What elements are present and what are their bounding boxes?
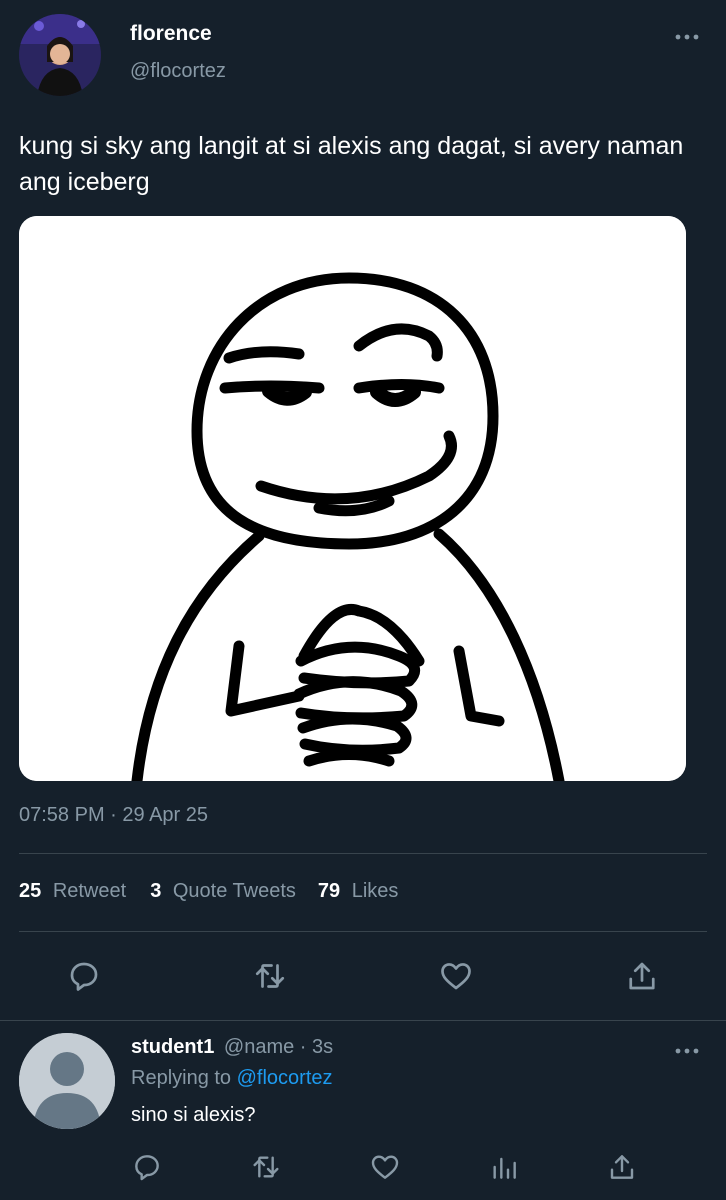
author-avatar[interactable] xyxy=(19,14,101,96)
more-options-icon[interactable] xyxy=(674,30,700,42)
likes-label: Likes xyxy=(351,880,399,902)
quote-stat[interactable]: 3 Quote Tweets xyxy=(150,880,296,903)
smug-meme-face-icon xyxy=(19,216,686,781)
reply-avatar[interactable] xyxy=(19,1033,115,1129)
retweet-label: Retweet xyxy=(52,880,127,902)
reply-icon[interactable] xyxy=(66,958,102,994)
divider xyxy=(19,853,707,854)
retweet-icon[interactable] xyxy=(252,958,288,994)
replying-prefix: Replying to xyxy=(131,1067,232,1089)
reply-meta: @name · 3s xyxy=(223,1036,334,1058)
quote-count: 3 xyxy=(150,880,162,902)
reply-reply-icon[interactable] xyxy=(131,1151,163,1183)
tweet-stats: 25 Retweet 3 Quote Tweets 79 Likes xyxy=(19,880,398,903)
likes-stat[interactable]: 79 Likes xyxy=(318,880,399,903)
divider xyxy=(19,931,707,932)
reply-share-icon[interactable] xyxy=(606,1151,638,1183)
retweet-count: 25 xyxy=(19,880,42,902)
tweet-text: kung si sky ang langit at si alexis ang … xyxy=(19,132,684,196)
reply-header: student1 @name · 3s xyxy=(131,1036,333,1059)
likes-count: 79 xyxy=(317,880,341,902)
quote-label: Quote Tweets xyxy=(172,880,296,902)
reply-text: sino si alexis? xyxy=(131,1104,256,1126)
reply-author-name[interactable]: student1 xyxy=(131,1036,214,1058)
replying-handle-link[interactable]: @flocortez xyxy=(237,1067,333,1089)
reply-like-icon[interactable] xyxy=(369,1151,401,1183)
tweet-timestamp[interactable]: 07:58 PM · 29 Apr 25 xyxy=(19,804,208,827)
share-icon[interactable] xyxy=(624,958,660,994)
reply-more-options-icon[interactable] xyxy=(674,1044,700,1056)
author-name[interactable]: florence xyxy=(130,22,212,46)
divider xyxy=(0,1020,726,1021)
reply-retweet-icon[interactable] xyxy=(250,1151,282,1183)
like-icon[interactable] xyxy=(438,958,474,994)
author-handle[interactable]: @flocortez xyxy=(130,60,226,83)
retweet-stat[interactable]: 25 Retweet xyxy=(19,880,126,903)
replying-to: Replying to @flocortez xyxy=(131,1067,333,1090)
analytics-icon[interactable] xyxy=(488,1151,520,1183)
tweet-media-image[interactable] xyxy=(19,216,686,781)
